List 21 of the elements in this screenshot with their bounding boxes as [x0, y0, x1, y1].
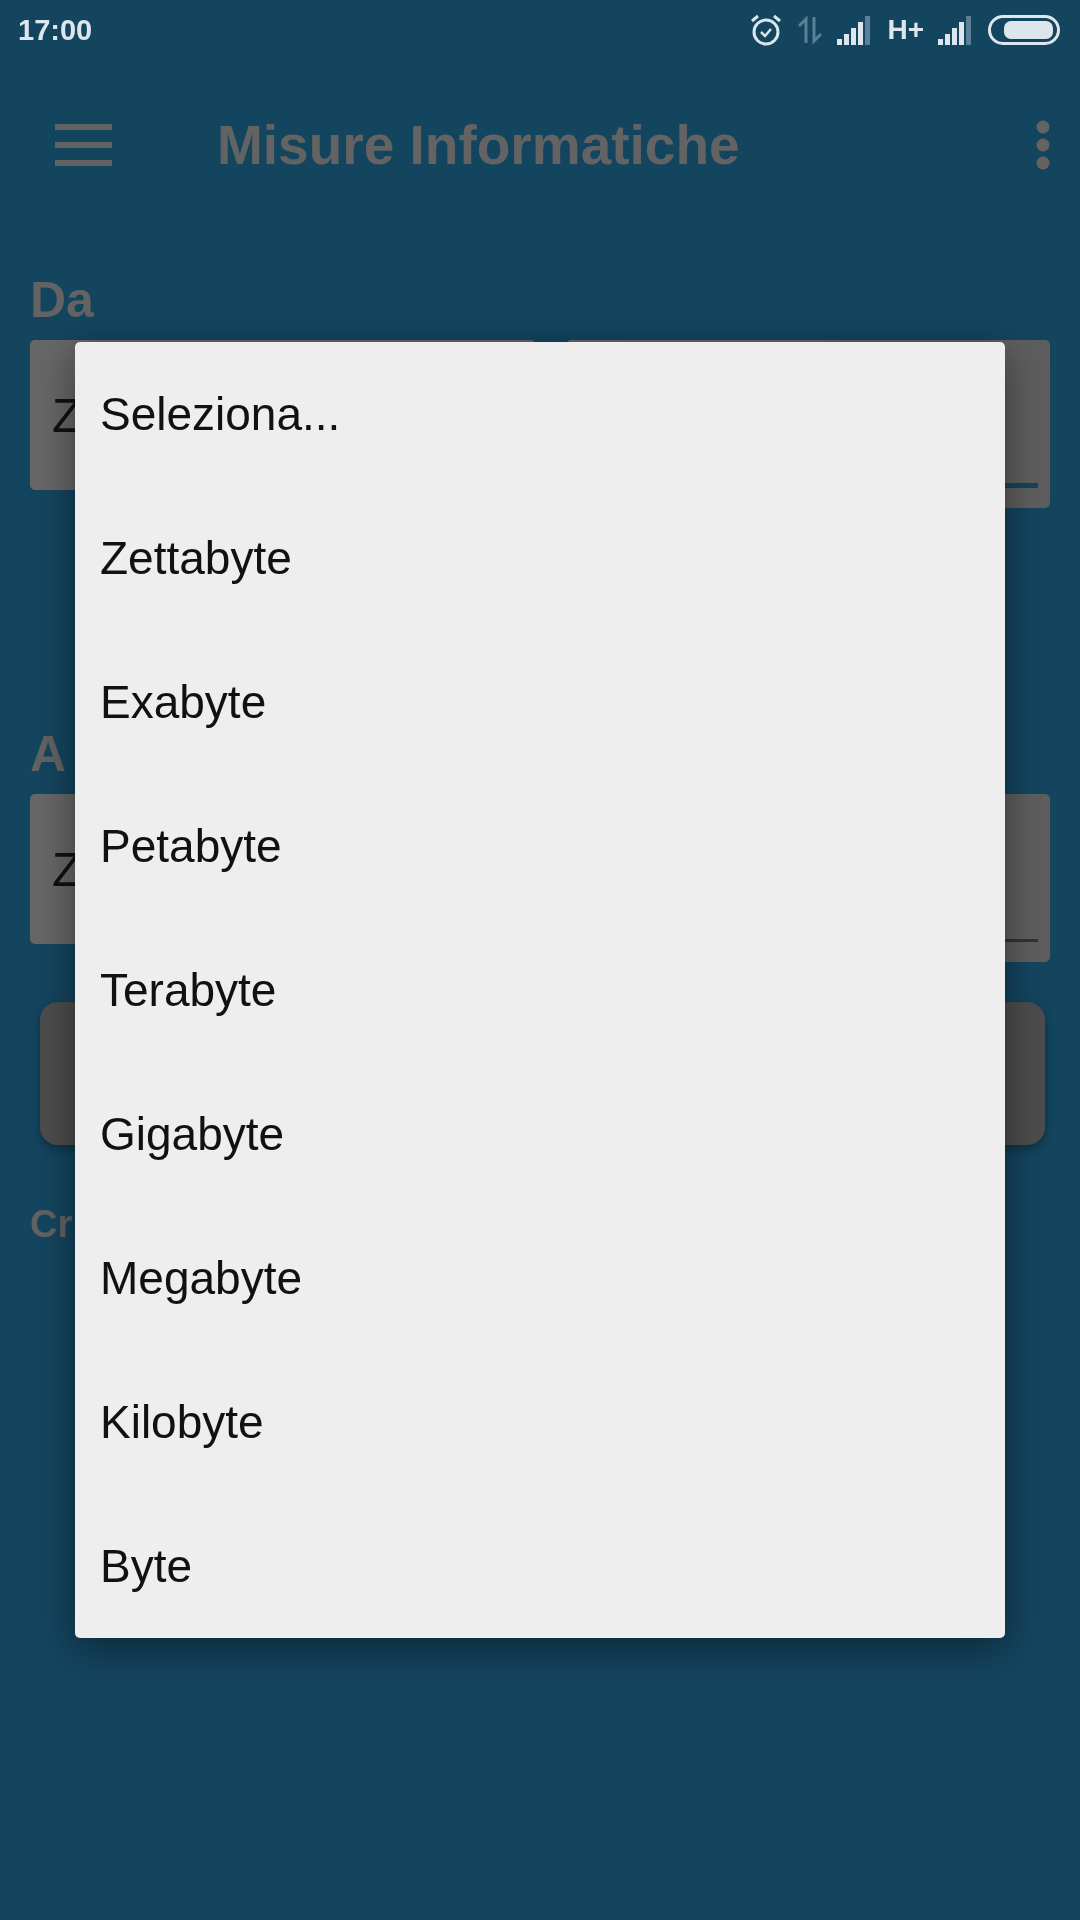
data-transfer-icon	[797, 13, 824, 47]
clock-time: 17:00	[18, 13, 93, 47]
dropdown-item[interactable]: Byte	[75, 1494, 1005, 1638]
alarm-clock-icon	[749, 13, 784, 47]
dropdown-item[interactable]: Terabyte	[75, 918, 1005, 1062]
signal-icon	[938, 15, 974, 45]
battery-icon	[988, 15, 1060, 45]
network-type: H+	[887, 14, 924, 46]
dropdown-item[interactable]: Gigabyte	[75, 1062, 1005, 1206]
footer-text: Cr	[30, 1203, 74, 1246]
dropdown-item[interactable]: Petabyte	[75, 774, 1005, 918]
more-options-button[interactable]	[1036, 120, 1050, 170]
section-label: Da	[30, 271, 95, 330]
dropdown-item[interactable]: Kilobyte	[75, 1350, 1005, 1494]
dropdown-item[interactable]: Megabyte	[75, 1206, 1005, 1350]
menu-button[interactable]	[55, 124, 112, 166]
dropdown-item[interactable]: Exabyte	[75, 630, 1005, 774]
app-title: Misure Informatiche	[217, 113, 741, 177]
dropdown-item[interactable]: Zettabyte	[75, 486, 1005, 630]
dropdown-item[interactable]: Seleziona...	[75, 342, 1005, 486]
section-label: A	[30, 725, 68, 784]
